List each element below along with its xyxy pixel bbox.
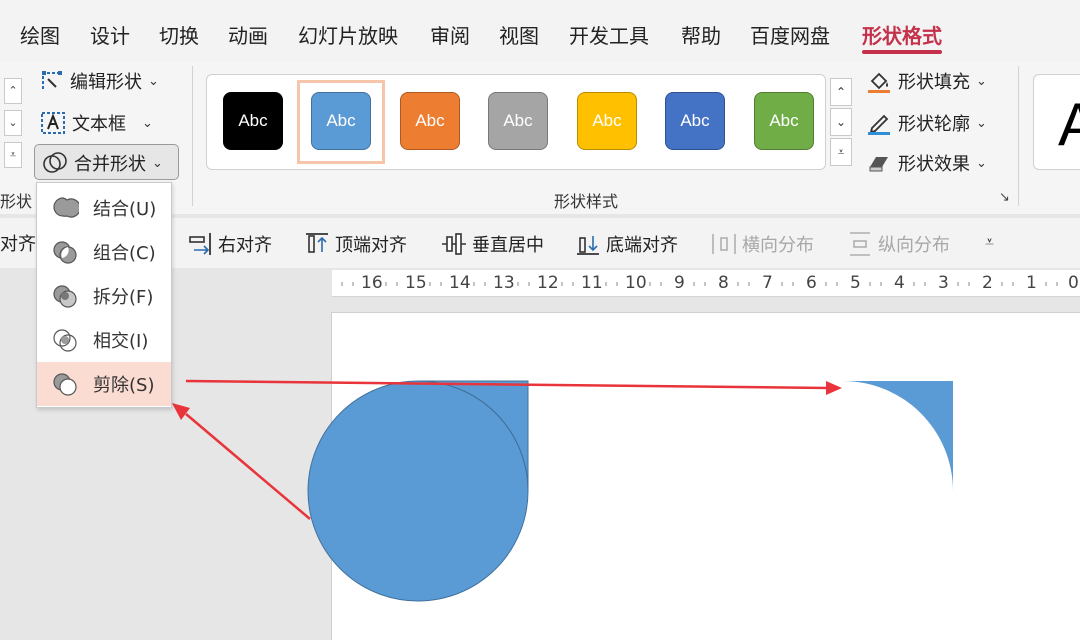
- subtracted-shape-result[interactable]: [843, 381, 953, 491]
- menu-item-intersect[interactable]: 相交(I): [37, 318, 171, 362]
- annotation-arrow-line: [185, 413, 311, 520]
- menu-item-label: 拆分(F): [93, 287, 154, 308]
- combine-icon: [53, 241, 77, 264]
- union-icon: [53, 197, 79, 218]
- annotation-arrowhead: [826, 381, 842, 395]
- intersect-icon: [53, 329, 77, 352]
- circle-shape[interactable]: [307, 380, 529, 602]
- menu-item-subtract[interactable]: 剪除(S): [37, 362, 171, 406]
- menu-item-label: 相交(I): [93, 331, 149, 352]
- annotation-arrowhead: [172, 403, 190, 420]
- menu-item-combine[interactable]: 组合(C): [37, 230, 171, 274]
- menu-item-label: 组合(C): [93, 243, 156, 264]
- menu-item-label: 结合(U): [93, 199, 157, 220]
- subtract-icon: [53, 373, 77, 396]
- menu-item-union[interactable]: 结合(U): [37, 186, 171, 230]
- fragment-icon: [53, 285, 77, 308]
- menu-item-label: 剪除(S): [93, 375, 155, 396]
- menu-item-fragment[interactable]: 拆分(F): [37, 274, 171, 318]
